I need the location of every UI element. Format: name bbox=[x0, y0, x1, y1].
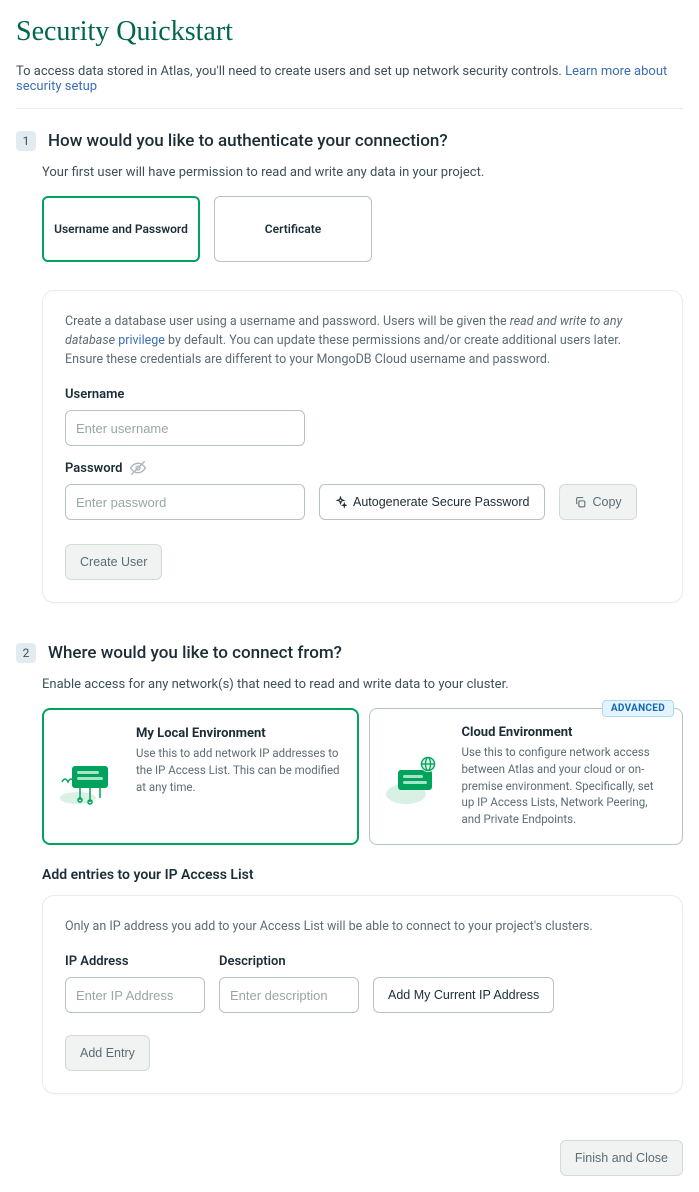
cloud-env-text: Cloud Environment Use this to configure … bbox=[462, 725, 669, 827]
auth-options: Username and Password Certificate bbox=[42, 196, 683, 262]
section-title-2: Where would you like to connect from? bbox=[48, 643, 342, 663]
password-label-text: Password bbox=[65, 461, 122, 476]
copy-icon bbox=[574, 496, 587, 509]
privilege-link[interactable]: privilege bbox=[118, 333, 165, 348]
env-option-local[interactable]: My Local Environment Use this to add net… bbox=[42, 708, 359, 844]
auth-option-certificate[interactable]: Certificate bbox=[214, 196, 372, 262]
step-badge-2: 2 bbox=[16, 643, 36, 663]
local-env-text: My Local Environment Use this to add net… bbox=[136, 726, 343, 826]
user-creation-card: Create a database user using a username … bbox=[42, 290, 683, 603]
local-env-icon bbox=[58, 726, 122, 826]
page-title: Security Quickstart bbox=[16, 16, 683, 48]
password-input[interactable] bbox=[65, 484, 305, 520]
copy-button[interactable]: Copy bbox=[559, 484, 637, 520]
username-input[interactable] bbox=[65, 410, 305, 446]
add-entry-button[interactable]: Add Entry bbox=[65, 1035, 150, 1071]
section-header-2: 2 Where would you like to connect from? bbox=[16, 643, 683, 663]
user-card-text: Create a database user using a username … bbox=[65, 313, 660, 369]
sparkle-icon bbox=[334, 496, 347, 509]
section-title-1: How would you like to authenticate your … bbox=[48, 131, 448, 151]
card-text-pre: Create a database user using a username … bbox=[65, 314, 510, 329]
advanced-badge: ADVANCED bbox=[602, 700, 674, 717]
step-badge-1: 1 bbox=[16, 131, 36, 151]
add-current-col: Add My Current IP Address bbox=[373, 954, 554, 1013]
ip-access-card: Only an IP address you add to your Acces… bbox=[42, 895, 683, 1095]
finish-close-button[interactable]: Finish and Close bbox=[560, 1140, 683, 1176]
copy-label: Copy bbox=[593, 495, 622, 509]
section-authenticate: 1 How would you like to authenticate you… bbox=[16, 131, 683, 603]
cloud-env-icon bbox=[384, 725, 448, 827]
username-label: Username bbox=[65, 387, 660, 402]
password-row: Autogenerate Secure Password Copy bbox=[65, 484, 660, 520]
local-env-desc: Use this to add network IP addresses to … bbox=[136, 745, 343, 795]
eye-off-icon[interactable] bbox=[130, 460, 146, 476]
ip-address-input[interactable] bbox=[65, 977, 205, 1013]
auth-option-userpass[interactable]: Username and Password bbox=[42, 196, 200, 262]
add-current-ip-button[interactable]: Add My Current IP Address bbox=[373, 977, 554, 1013]
section-header-1: 1 How would you like to authenticate you… bbox=[16, 131, 683, 151]
autogenerate-label: Autogenerate Secure Password bbox=[353, 495, 530, 509]
env-option-cloud[interactable]: ADVANCED Cloud Environment Use this to c… bbox=[369, 708, 684, 844]
ip-address-label: IP Address bbox=[65, 954, 205, 969]
cloud-env-title: Cloud Environment bbox=[462, 725, 669, 740]
env-options: My Local Environment Use this to add net… bbox=[42, 708, 683, 844]
create-user-button[interactable]: Create User bbox=[65, 544, 162, 580]
description-col: Description bbox=[219, 954, 359, 1013]
ip-address-col: IP Address bbox=[65, 954, 205, 1013]
cloud-env-desc: Use this to configure network access bet… bbox=[462, 744, 669, 827]
intro-text: To access data stored in Atlas, you'll n… bbox=[16, 64, 683, 109]
ip-access-heading: Add entries to your IP Access List bbox=[42, 867, 683, 883]
ip-entry-row: IP Address Description Add My Current IP… bbox=[65, 954, 660, 1013]
local-env-title: My Local Environment bbox=[136, 726, 343, 741]
footer: Finish and Close bbox=[16, 1140, 683, 1176]
description-input[interactable] bbox=[219, 977, 359, 1013]
ip-card-text: Only an IP address you add to your Acces… bbox=[65, 918, 660, 937]
password-label: Password bbox=[65, 460, 660, 476]
description-label: Description bbox=[219, 954, 359, 969]
section-connect: 2 Where would you like to connect from? … bbox=[16, 643, 683, 1094]
section-sub-1: Your first user will have permission to … bbox=[42, 165, 683, 180]
intro-text-body: To access data stored in Atlas, you'll n… bbox=[16, 64, 565, 79]
section-sub-2: Enable access for any network(s) that ne… bbox=[42, 677, 683, 692]
autogenerate-button[interactable]: Autogenerate Secure Password bbox=[319, 484, 545, 520]
